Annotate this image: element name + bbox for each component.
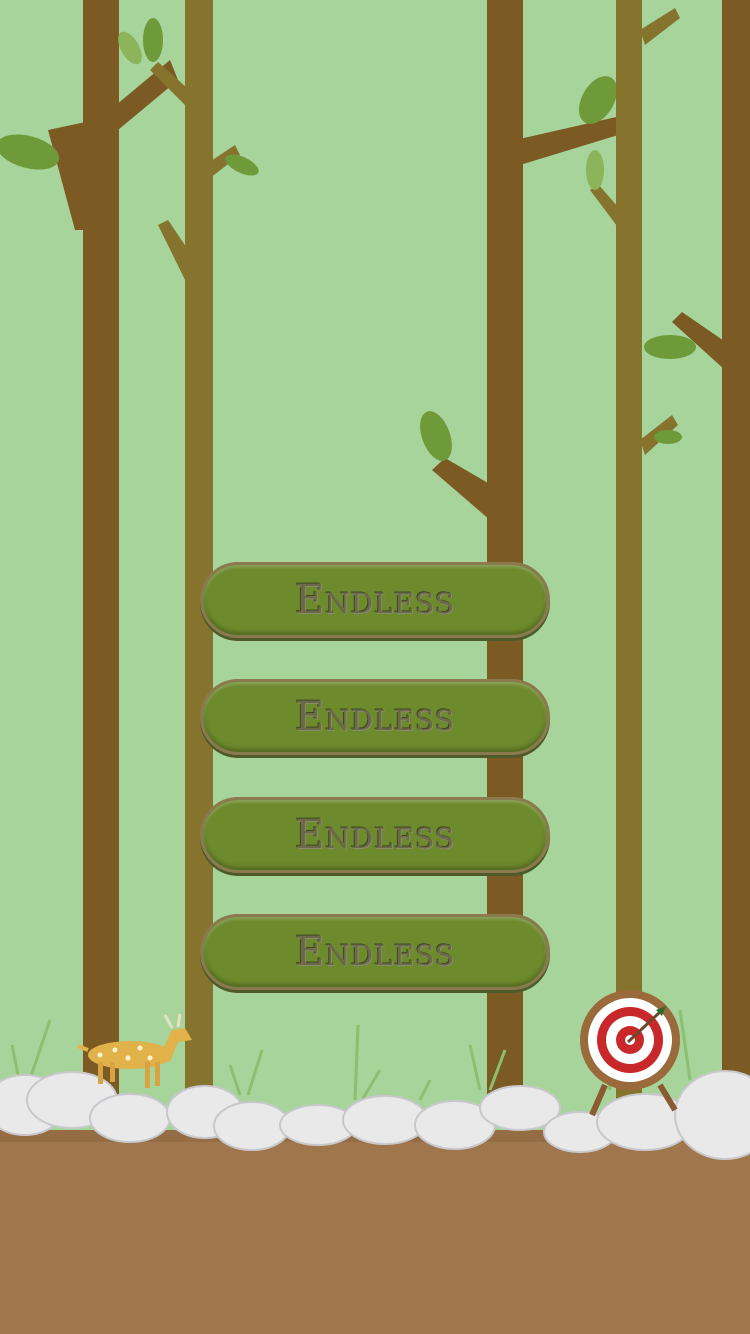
endless-button-4[interactable]: Endless [200, 914, 550, 990]
endless-button-1[interactable]: Endless [200, 562, 550, 638]
endless-button-1-label: Endless [294, 577, 456, 623]
tree-far-right [672, 0, 750, 1100]
endless-button-2-label: Endless [294, 694, 456, 740]
tree-right-olive [586, 0, 696, 1100]
endless-button-2[interactable]: Endless [200, 679, 550, 755]
game-scene: Endless Endless Endless Endless [0, 0, 750, 1334]
forest-background [0, 0, 750, 1334]
endless-button-3[interactable]: Endless [200, 797, 550, 873]
endless-button-3-label: Endless [294, 812, 456, 858]
dirt-ground [0, 1130, 750, 1334]
endless-button-4-label: Endless [294, 929, 456, 975]
tree-left-dark [0, 0, 178, 1100]
